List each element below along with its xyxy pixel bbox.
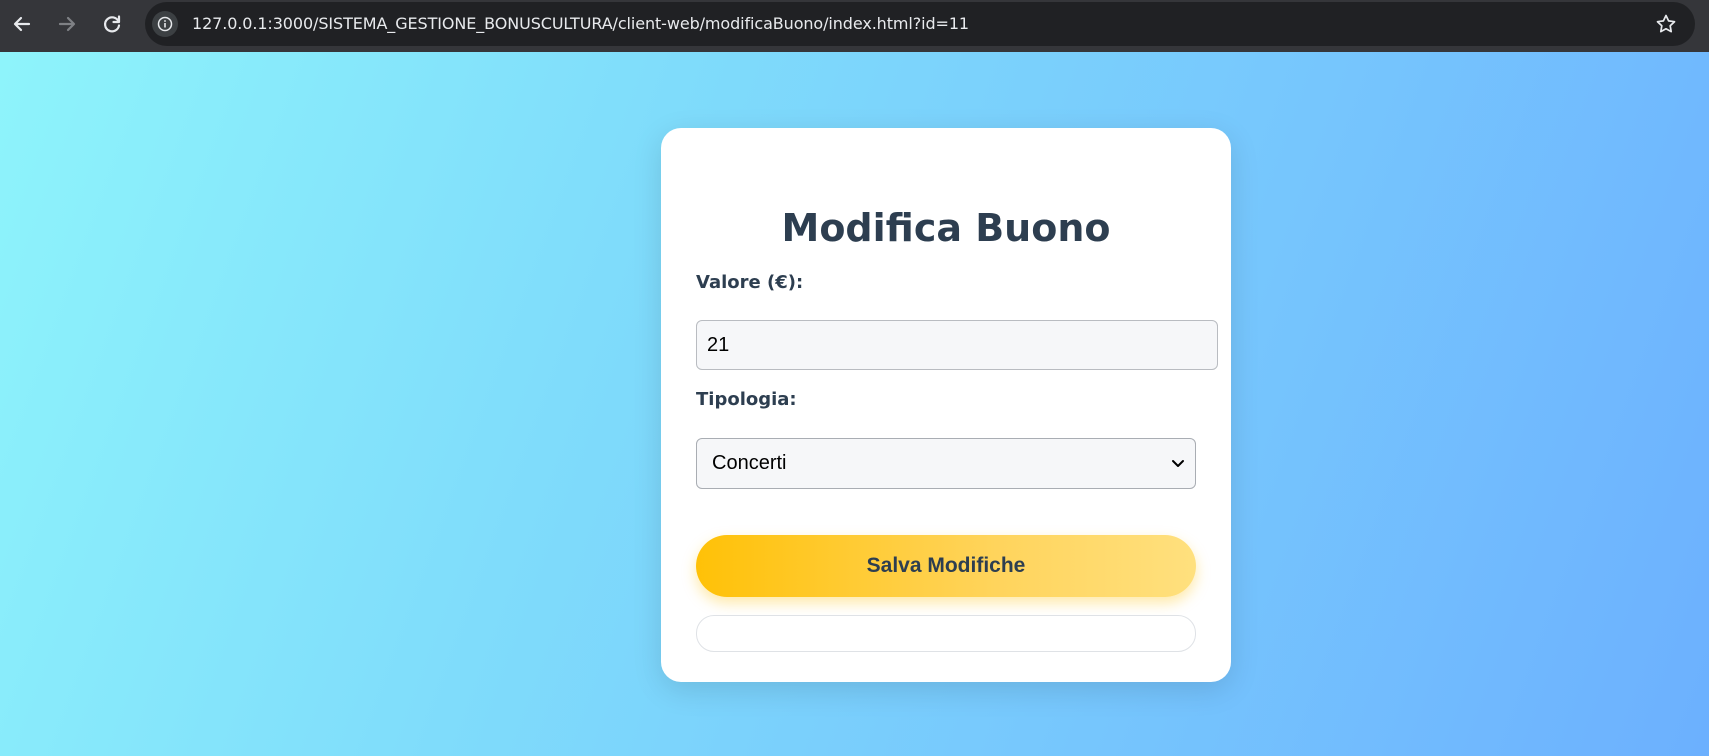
save-button[interactable]: Salva Modifiche — [696, 535, 1196, 597]
reload-icon — [104, 15, 121, 33]
edit-voucher-card: Modifica Buono Valore (€): Tipologia: Co… — [661, 128, 1231, 682]
chevron-down-icon — [1172, 460, 1184, 467]
reload-button[interactable] — [98, 10, 126, 38]
back-button[interactable] — [8, 10, 36, 38]
page-title: Modifica Buono — [781, 206, 1111, 250]
tipologia-select[interactable]: Concerti — [696, 438, 1196, 489]
url-text[interactable]: 127.0.0.1:3000/SISTEMA_GESTIONE_BONUSCUL… — [192, 14, 969, 33]
star-icon — [1656, 14, 1676, 33]
site-info-button[interactable] — [152, 11, 178, 37]
info-icon — [157, 16, 173, 32]
tipologia-label: Tipologia: — [696, 389, 797, 410]
valore-label: Valore (€): — [696, 272, 804, 293]
valore-input[interactable] — [696, 320, 1218, 370]
bookmark-button[interactable] — [1653, 11, 1679, 37]
arrow-left-icon — [13, 16, 31, 32]
arrow-right-icon — [58, 16, 76, 32]
tipologia-selected-value: Concerti — [712, 452, 787, 474]
message-box — [696, 615, 1196, 652]
page-background: Modifica Buono Valore (€): Tipologia: Co… — [0, 52, 1709, 756]
address-bar[interactable]: 127.0.0.1:3000/SISTEMA_GESTIONE_BONUSCUL… — [145, 2, 1695, 46]
browser-toolbar: 127.0.0.1:3000/SISTEMA_GESTIONE_BONUSCUL… — [0, 0, 1709, 52]
forward-button[interactable] — [53, 10, 81, 38]
